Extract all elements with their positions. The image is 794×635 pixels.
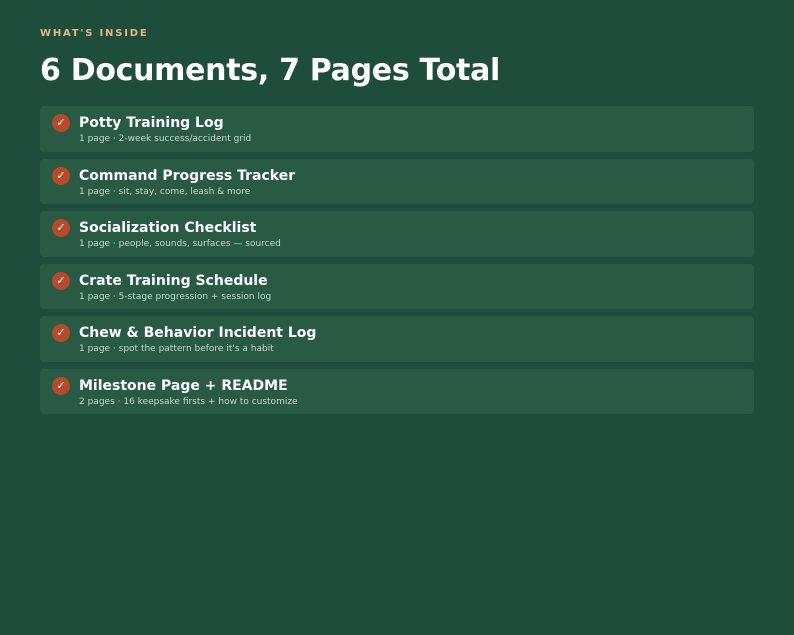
check-icon: ✓ [52,324,70,342]
document-list: ✓ Potty Training Log 1 page · 2-week suc… [40,106,754,414]
item-subtitle: 1 page · 2-week success/accident grid [79,134,252,144]
item-title: Crate Training Schedule [79,272,268,289]
check-icon: ✓ [52,114,70,132]
check-icon: ✓ [52,376,70,395]
item-subtitle: 1 page · sit, stay, come, leash & more [79,186,251,197]
list-item: ✓ Command Progress Tracker 1 page · sit,… [40,158,754,204]
item-title: Command Progress Tracker [79,167,296,184]
section-eyebrow: WHAT'S INSIDE [40,28,149,39]
item-title: Potty Training Log [79,115,224,131]
item-subtitle: 2 pages · 16 keepsake firsts + how to cu… [79,396,298,407]
list-item: ✓ Milestone Page + README 2 pages · 16 k… [40,368,754,414]
item-title: Milestone Page + README [79,377,288,394]
check-icon: ✓ [52,219,70,237]
item-subtitle: 1 page · spot the pattern before it's a … [79,344,274,354]
page-title: 6 Documents, 7 Pages Total [40,53,500,88]
list-item: ✓ Potty Training Log 1 page · 2-week suc… [40,106,754,152]
item-title: Chew & Behavior Incident Log [79,325,317,341]
list-item: ✓ Socialization Checklist 1 page · peopl… [40,211,754,257]
check-icon: ✓ [52,166,70,185]
page: WHAT'S INSIDE 6 Documents, 7 Pages Total… [0,0,794,635]
item-title: Socialization Checklist [79,220,257,236]
list-item: ✓ Chew & Behavior Incident Log 1 page · … [40,316,754,362]
list-item: ✓ Crate Training Schedule 1 page · 5-sta… [40,263,754,309]
item-subtitle: 1 page · people, sounds, surfaces — sour… [79,239,281,249]
item-subtitle: 1 page · 5-stage progression + session l… [79,291,272,302]
check-icon: ✓ [52,271,70,290]
